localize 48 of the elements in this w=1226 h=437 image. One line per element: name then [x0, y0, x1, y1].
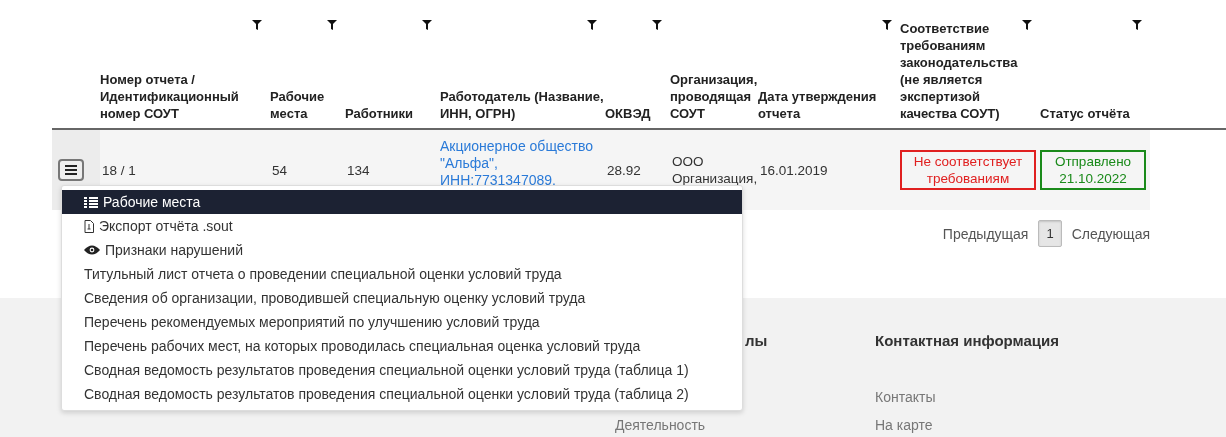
table-cell-text: ООО Организация, [671, 153, 758, 187]
footer-link[interactable]: На карте [875, 417, 1059, 433]
status-badge: Не соответствует требованиям [900, 150, 1036, 190]
filter-icon[interactable] [1132, 20, 1142, 30]
footer-link[interactable]: Контакты [875, 389, 1059, 405]
menu-item[interactable]: Сводная ведомость результатов проведения специальной оценки условий труда (таблица 1) [62, 358, 742, 382]
column-header[interactable]: ОКВЭД [605, 105, 651, 122]
column-header[interactable]: Рабочие места [270, 88, 345, 122]
menu-button[interactable] [58, 159, 84, 181]
footer-link[interactable]: Деятельность [615, 417, 875, 433]
filter-icon[interactable] [587, 20, 597, 30]
menu-icon [65, 165, 77, 175]
filter-icon[interactable] [252, 20, 262, 30]
filter-icon[interactable] [882, 20, 892, 30]
footer-heading: Контактная информация [875, 332, 1059, 349]
menu-item[interactable]: Перечень рабочих мест, на которых проводилась специальная оценка условий труда [62, 334, 742, 358]
list-icon [84, 196, 98, 208]
menu-item[interactable]: Рабочие места [62, 190, 742, 214]
status-badge: Отправлено 21.10.2022 [1040, 150, 1146, 190]
menu-item[interactable]: Сведения об организации, проводившей специальную оценку условий труда [62, 286, 742, 310]
previous-link[interactable]: Предыдущая [942, 225, 1029, 242]
column-header[interactable]: Работодатель (Название, ИНН, ОГРН) [440, 88, 605, 122]
table-cell-text: 16.01.2019 [759, 161, 828, 179]
menu-item[interactable]: Перечень рекомендуемых мероприятий по улучшению условий труда [62, 310, 742, 334]
page-button[interactable]: 1 [1038, 220, 1062, 247]
table-cell-text: 54 [271, 161, 288, 179]
employer-link[interactable]: Акционерное общество "Альфа", ИНН:7731347089. [440, 138, 601, 189]
menu-item[interactable]: Экспорт отчёта .sout [62, 214, 742, 238]
column-header[interactable]: Соответствие требованиям законодательства (не является экспертизой качества СОУТ) [900, 20, 1040, 122]
filter-icon[interactable] [1022, 20, 1032, 30]
next-link[interactable]: Следующая [1071, 225, 1150, 242]
column-header[interactable]: Номер отчета / Идентификационный номер СОУТ [100, 71, 270, 122]
column-header[interactable]: Статус отчёта [1040, 105, 1130, 122]
footer-heading: лы [745, 332, 769, 349]
filter-icon[interactable] [422, 20, 432, 30]
menu-item[interactable]: Титульный лист отчета о проведении специальной оценки условий труда [62, 262, 742, 286]
file-icon [84, 219, 94, 233]
menu-item[interactable]: Признаки нарушений [62, 238, 742, 262]
table-cell-text: 18 / 1 [101, 161, 136, 179]
menu-item[interactable]: Сводная ведомость результатов проведения специальной оценки условий труда (таблица 2) [62, 382, 742, 406]
column-header[interactable]: Организация, проводящая СОУТ [670, 71, 758, 122]
table-cell-text: 28.92 [606, 161, 641, 179]
column-header[interactable]: Работники [345, 105, 414, 122]
filter-icon[interactable] [652, 20, 662, 30]
filter-icon[interactable] [327, 20, 337, 30]
column-header[interactable]: Дата утверждения отчета [758, 88, 900, 122]
eye-icon [84, 245, 100, 255]
table-cell-text: 134 [346, 161, 370, 179]
